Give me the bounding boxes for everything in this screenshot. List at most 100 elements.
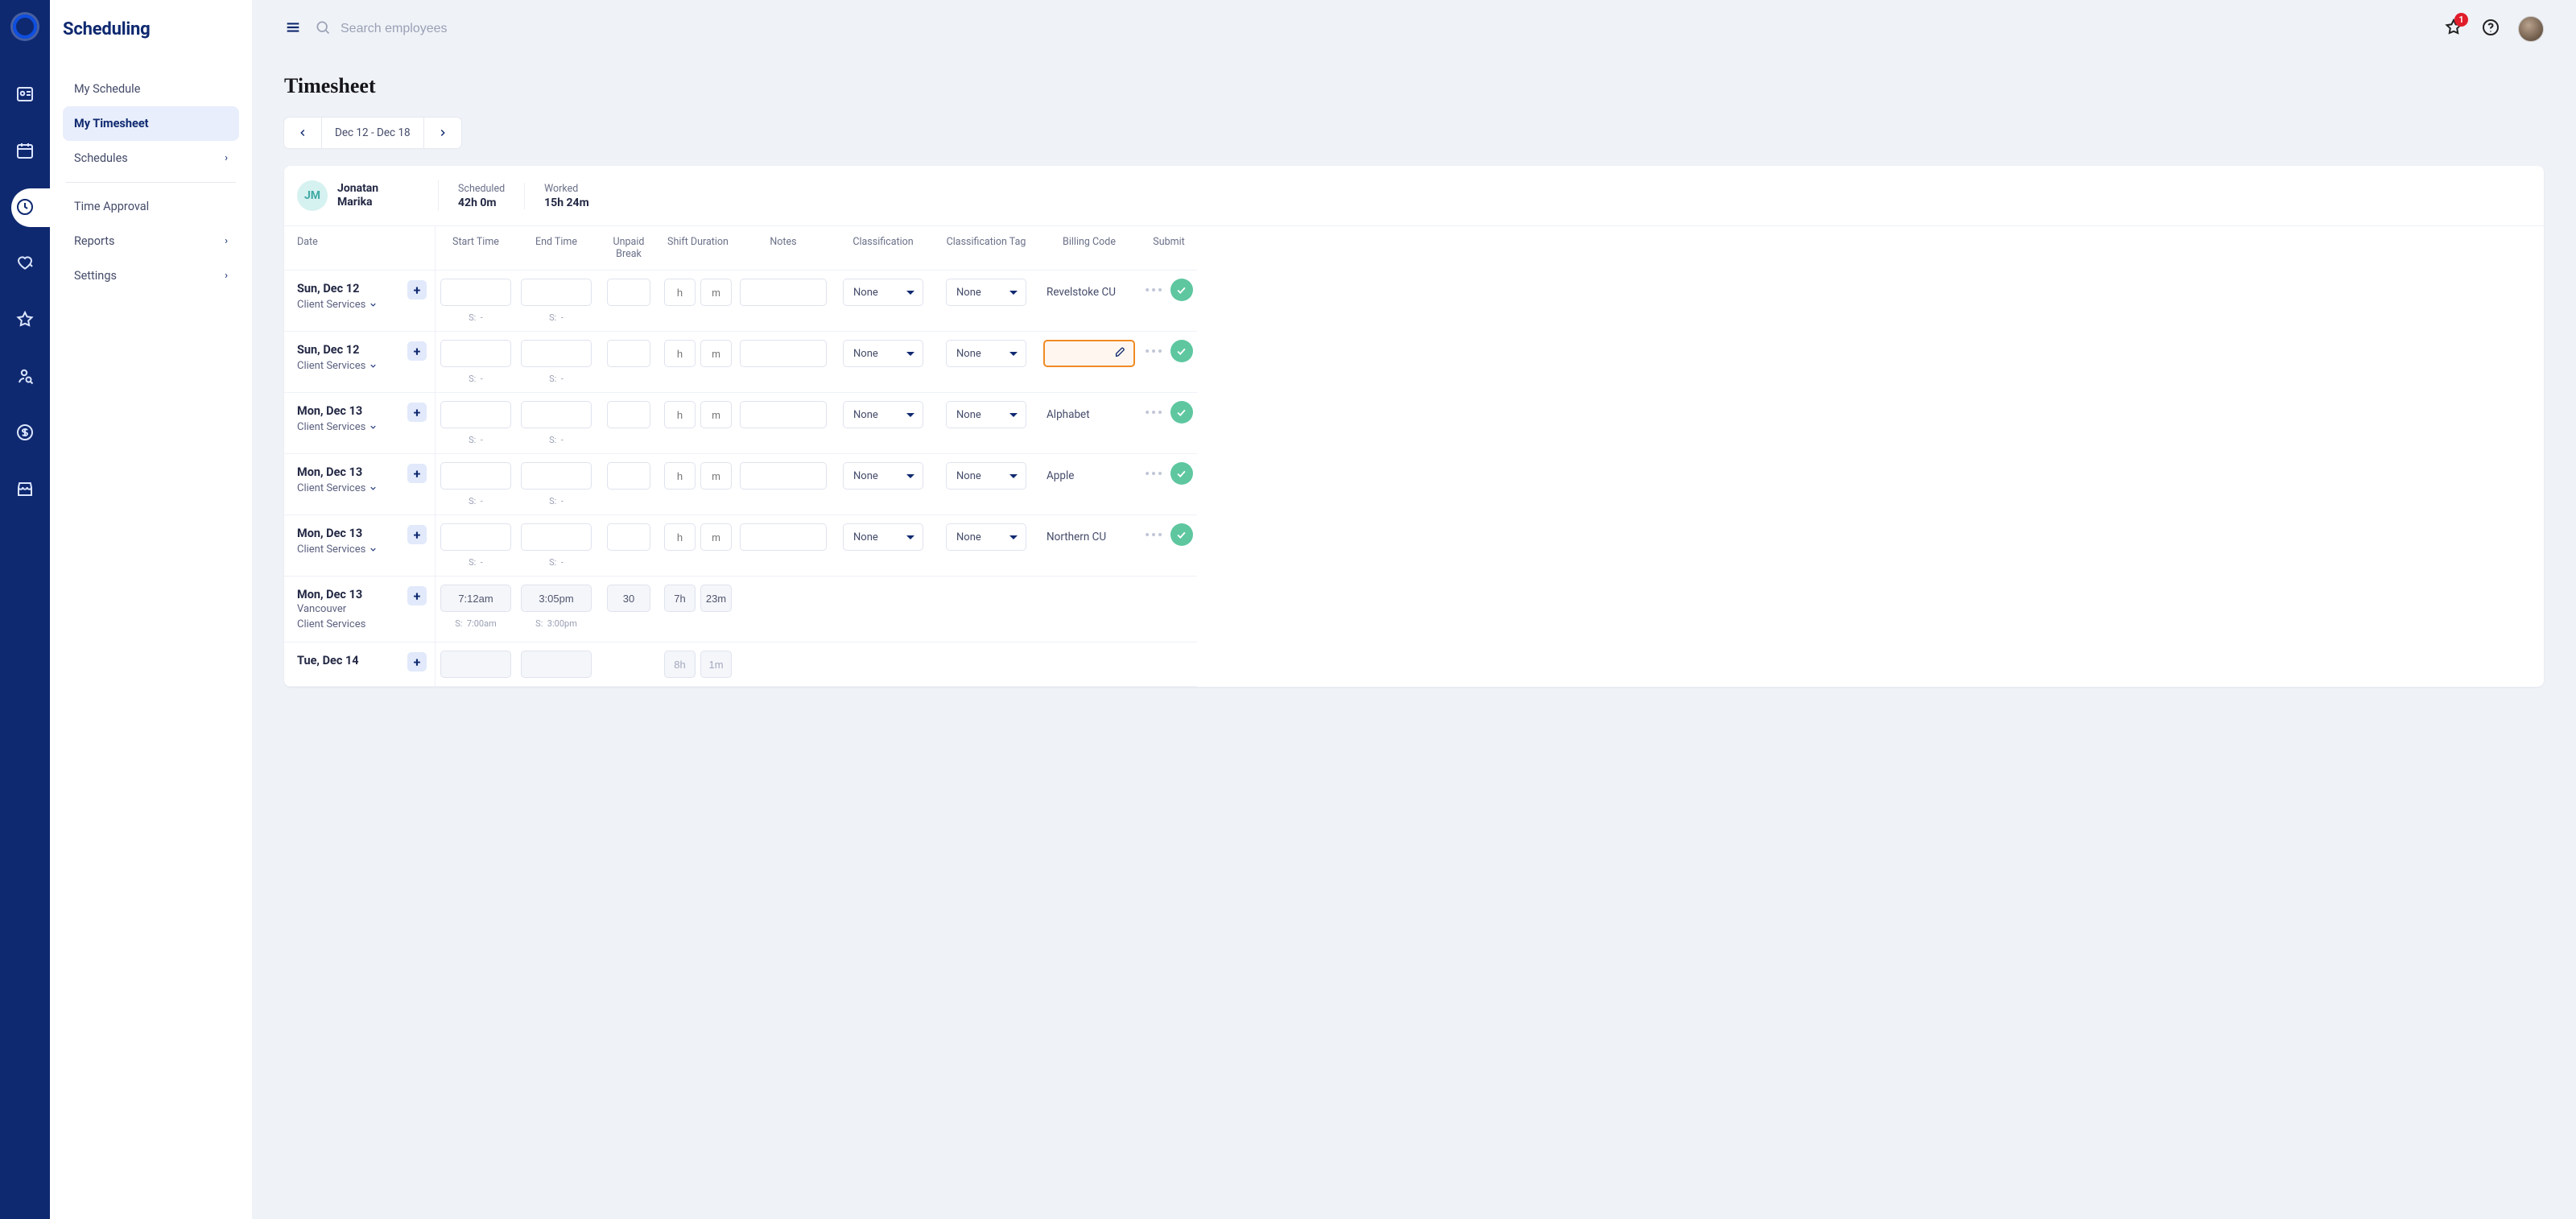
rail-people-search[interactable]	[0, 359, 50, 393]
rail-dollar[interactable]	[0, 415, 50, 449]
row-department[interactable]: Client Services	[297, 421, 427, 433]
sidebar-item-reports[interactable]: Reports›	[63, 224, 239, 258]
classification-tag-select[interactable]: None	[946, 340, 1026, 367]
unpaid-break-input[interactable]	[607, 340, 650, 367]
sidebar-item-time-approval[interactable]: Time Approval	[63, 189, 239, 224]
start-time-input[interactable]	[440, 340, 511, 367]
duration-minutes-input[interactable]	[700, 340, 732, 367]
classification-select[interactable]: None	[843, 340, 923, 367]
start-time-input[interactable]	[440, 462, 511, 490]
add-row-button[interactable]: +	[407, 403, 427, 422]
sidebar-item-my-schedule[interactable]: My Schedule	[63, 72, 239, 106]
row-department[interactable]: Client Services	[297, 543, 427, 556]
duration-minutes-input[interactable]	[700, 462, 732, 490]
billing-code-value[interactable]: Alphabet	[1043, 401, 1135, 428]
duration-minutes-input[interactable]	[700, 523, 732, 551]
duration-hours-input[interactable]	[664, 401, 696, 428]
notes-input[interactable]	[740, 401, 827, 428]
submit-row-button[interactable]	[1170, 401, 1193, 424]
duration-hours-input[interactable]	[664, 462, 696, 490]
sidebar-item-settings[interactable]: Settings›	[63, 258, 239, 293]
end-time-input[interactable]	[521, 340, 592, 367]
classification-tag-select[interactable]: None	[946, 401, 1026, 428]
row-department[interactable]: Client Services	[297, 360, 427, 372]
end-time-input[interactable]	[521, 523, 592, 551]
billing-code-value[interactable]: Apple	[1043, 462, 1135, 490]
rail-store[interactable]	[0, 472, 50, 506]
add-row-button[interactable]: +	[407, 464, 427, 483]
start-time-input[interactable]	[440, 279, 511, 306]
end-time-input[interactable]	[521, 462, 592, 490]
rail-directory[interactable]	[0, 77, 50, 111]
start-time-input[interactable]	[440, 651, 511, 678]
help-button[interactable]	[2481, 18, 2500, 40]
user-avatar[interactable]	[2518, 16, 2544, 42]
search-input[interactable]	[341, 22, 582, 36]
duration-hours-input[interactable]	[664, 585, 696, 612]
submit-row-button[interactable]	[1170, 279, 1193, 301]
rail-calendar[interactable]	[0, 134, 50, 167]
duration-hours-input[interactable]	[664, 279, 696, 306]
unpaid-break-input[interactable]	[607, 523, 650, 551]
rail-star[interactable]	[0, 303, 50, 337]
add-row-button[interactable]: +	[407, 652, 427, 671]
notes-input[interactable]	[740, 279, 827, 306]
start-time-input[interactable]	[440, 523, 511, 551]
duration-minutes-input[interactable]	[700, 279, 732, 306]
sidebar-item-my-timesheet[interactable]: My Timesheet	[63, 106, 239, 141]
billing-code-value[interactable]: Revelstoke CU	[1043, 279, 1135, 306]
start-time-input[interactable]	[440, 401, 511, 428]
notes-input[interactable]	[740, 462, 827, 490]
row-menu-button[interactable]: •••	[1145, 283, 1164, 298]
end-time-input[interactable]	[521, 401, 592, 428]
scheduled-end: S: 3:00pm	[535, 618, 577, 629]
submit-row-button[interactable]	[1170, 340, 1193, 362]
row-menu-button[interactable]: •••	[1145, 466, 1164, 481]
classification-tag-select[interactable]: None	[946, 523, 1026, 551]
row-department[interactable]: Client Services	[297, 618, 427, 630]
classification-tag-select[interactable]: None	[946, 279, 1026, 306]
row-department[interactable]: Client Services	[297, 482, 427, 494]
row-menu-button[interactable]: •••	[1145, 405, 1164, 420]
end-time-input[interactable]	[521, 651, 592, 678]
range-next-button[interactable]	[424, 118, 461, 148]
notes-input[interactable]	[740, 340, 827, 367]
rail-heart[interactable]	[0, 246, 50, 280]
classification-select[interactable]: None	[843, 279, 923, 306]
classification-select[interactable]: None	[843, 462, 923, 490]
duration-minutes-input[interactable]	[700, 401, 732, 428]
end-time-input[interactable]	[521, 279, 592, 306]
collapse-sidebar-button[interactable]	[284, 19, 302, 39]
billing-code-value[interactable]: Northern CU	[1043, 523, 1135, 551]
duration-hours-input[interactable]	[664, 651, 696, 678]
unpaid-break-input[interactable]	[607, 401, 650, 428]
duration-minutes-input[interactable]	[700, 651, 732, 678]
unpaid-break-input[interactable]	[607, 279, 650, 306]
row-department[interactable]: Client Services	[297, 299, 427, 311]
add-row-button[interactable]: +	[407, 586, 427, 605]
end-time-input[interactable]	[521, 585, 592, 612]
add-row-button[interactable]: +	[407, 341, 427, 361]
range-prev-button[interactable]	[284, 118, 322, 148]
classification-select[interactable]: None	[843, 523, 923, 551]
unpaid-break-input[interactable]	[607, 462, 650, 490]
duration-hours-input[interactable]	[664, 340, 696, 367]
billing-code-edit[interactable]	[1043, 340, 1135, 367]
rail-clock[interactable]	[0, 190, 50, 224]
notes-input[interactable]	[740, 523, 827, 551]
submit-row-button[interactable]	[1170, 523, 1193, 546]
add-row-button[interactable]: +	[407, 280, 427, 300]
start-time-input[interactable]	[440, 585, 511, 612]
add-row-button[interactable]: +	[407, 525, 427, 544]
duration-minutes-input[interactable]	[700, 585, 732, 612]
classification-tag-select[interactable]: None	[946, 462, 1026, 490]
row-menu-button[interactable]: •••	[1145, 527, 1164, 543]
classification-select[interactable]: None	[843, 401, 923, 428]
favorites-button[interactable]: 1	[2444, 18, 2463, 40]
duration-hours-input[interactable]	[664, 523, 696, 551]
row-menu-button[interactable]: •••	[1145, 344, 1164, 359]
unpaid-break-input[interactable]	[607, 585, 650, 612]
submit-row-button[interactable]	[1170, 462, 1193, 485]
sidebar-item-schedules[interactable]: Schedules›	[63, 141, 239, 176]
range-label[interactable]: Dec 12 - Dec 18	[322, 118, 424, 148]
